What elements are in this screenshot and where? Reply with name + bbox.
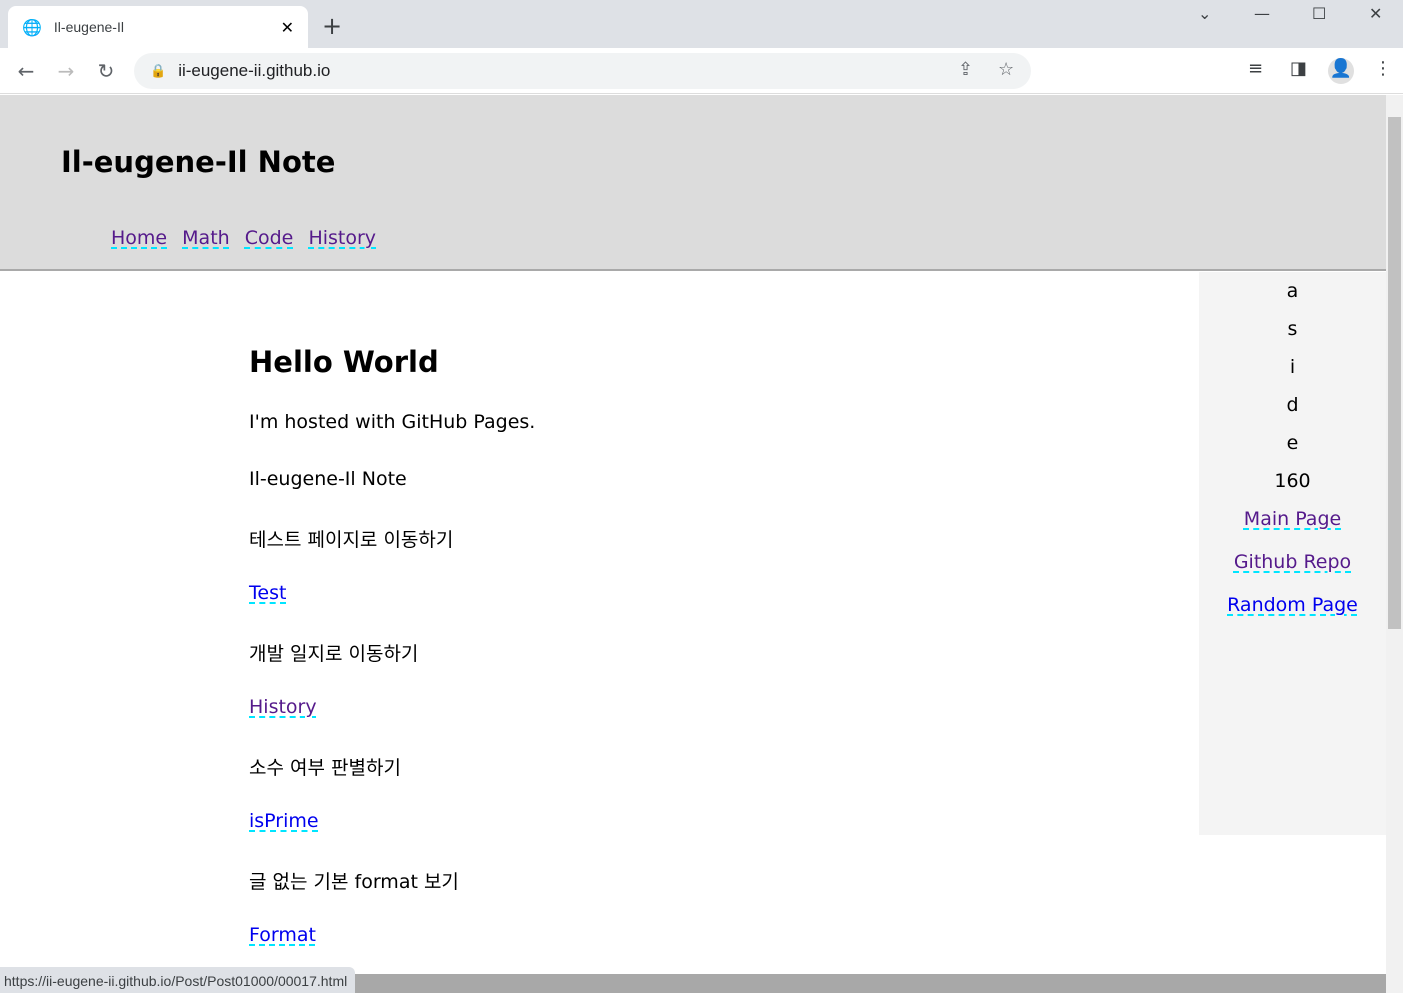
section-text: 소수 여부 판별하기 xyxy=(249,757,401,779)
nav-code[interactable]: Code xyxy=(245,227,294,249)
minimize-button[interactable]: — xyxy=(1254,4,1270,23)
section-text: 개발 일지로 이동하기 xyxy=(249,643,419,665)
aside-letter: d xyxy=(1286,394,1299,416)
aside-letter: s xyxy=(1287,318,1298,340)
url-text[interactable]: ii-eugene-ii.github.io xyxy=(178,61,330,81)
back-icon[interactable]: ← xyxy=(6,59,46,83)
globe-icon: 🌐 xyxy=(22,17,42,37)
media-icon[interactable]: ≡ xyxy=(1248,58,1263,79)
history-link[interactable]: History xyxy=(249,696,317,718)
aside-letter: e xyxy=(1286,432,1299,454)
vertical-scrollbar[interactable] xyxy=(1386,95,1403,993)
profile-icon[interactable]: 👤 xyxy=(1328,58,1354,84)
site-header: Il-eugene-Il Note Home Math Code History xyxy=(0,95,1386,271)
page-heading: Hello World xyxy=(249,345,439,379)
menu-icon[interactable]: ⋮ xyxy=(1374,58,1392,79)
nav-math[interactable]: Math xyxy=(182,227,230,249)
main-page-link[interactable]: Main Page xyxy=(1244,508,1341,530)
section-text: 테스트 페이지로 이동하기 xyxy=(249,529,454,551)
github-repo-link[interactable]: Github Repo xyxy=(1234,551,1351,573)
site-title: Il-eugene-Il Note xyxy=(61,145,336,179)
scrollbar-thumb[interactable] xyxy=(1388,117,1401,629)
browser-tab[interactable]: 🌐 Il-eugene-Il ✕ xyxy=(8,6,308,48)
star-icon[interactable]: ☆ xyxy=(998,59,1014,80)
new-tab-button[interactable]: + xyxy=(322,12,342,40)
address-bar[interactable]: 🔒 ii-eugene-ii.github.io ⇪ ☆ xyxy=(134,53,1031,89)
share-icon[interactable]: ⇪ xyxy=(958,59,973,80)
section-text: 글 없는 기본 format 보기 xyxy=(249,871,459,893)
subtitle-text: Il-eugene-Il Note xyxy=(249,468,407,490)
close-tab-icon[interactable]: ✕ xyxy=(281,18,294,37)
reload-icon[interactable]: ↻ xyxy=(86,59,126,83)
random-page-link[interactable]: Random Page xyxy=(1227,594,1358,616)
close-window-button[interactable]: ✕ xyxy=(1369,4,1382,23)
browser-toolbar: ← → ↻ 🔒 ii-eugene-ii.github.io ⇪ ☆ ≡ ◨ 👤… xyxy=(0,48,1403,94)
intro-text: I'm hosted with GitHub Pages. xyxy=(249,411,536,433)
format-link[interactable]: Format xyxy=(249,924,316,946)
aside-letter: i xyxy=(1289,356,1296,378)
forward-icon[interactable]: → xyxy=(46,59,86,83)
isprime-link[interactable]: isPrime xyxy=(249,810,319,832)
tab-title: Il-eugene-Il xyxy=(53,19,124,35)
side-panel-icon[interactable]: ◨ xyxy=(1290,58,1307,79)
site-nav: Home Math Code History xyxy=(111,227,385,249)
test-link[interactable]: Test xyxy=(249,582,286,604)
maximize-button[interactable]: ☐ xyxy=(1312,4,1326,23)
tab-bar: 🌐 Il-eugene-Il ✕ + ⌄ — ☐ ✕ xyxy=(0,0,1403,48)
aside-number: 160 xyxy=(1274,470,1311,492)
nav-history[interactable]: History xyxy=(308,227,376,249)
lock-icon: 🔒 xyxy=(150,63,167,79)
main-content: Hello World I'm hosted with GitHub Pages… xyxy=(249,345,535,981)
nav-home[interactable]: Home xyxy=(111,227,167,249)
tab-search-icon[interactable]: ⌄ xyxy=(1198,4,1211,23)
status-bar: https://ii-eugene-ii.github.io/Post/Post… xyxy=(0,967,356,993)
web-page: Il-eugene-Il Note Home Math Code History… xyxy=(0,95,1386,993)
aside-letter: a xyxy=(1286,280,1299,302)
aside: a s i d e 160 Main Page Github Repo Rand… xyxy=(1199,272,1386,835)
